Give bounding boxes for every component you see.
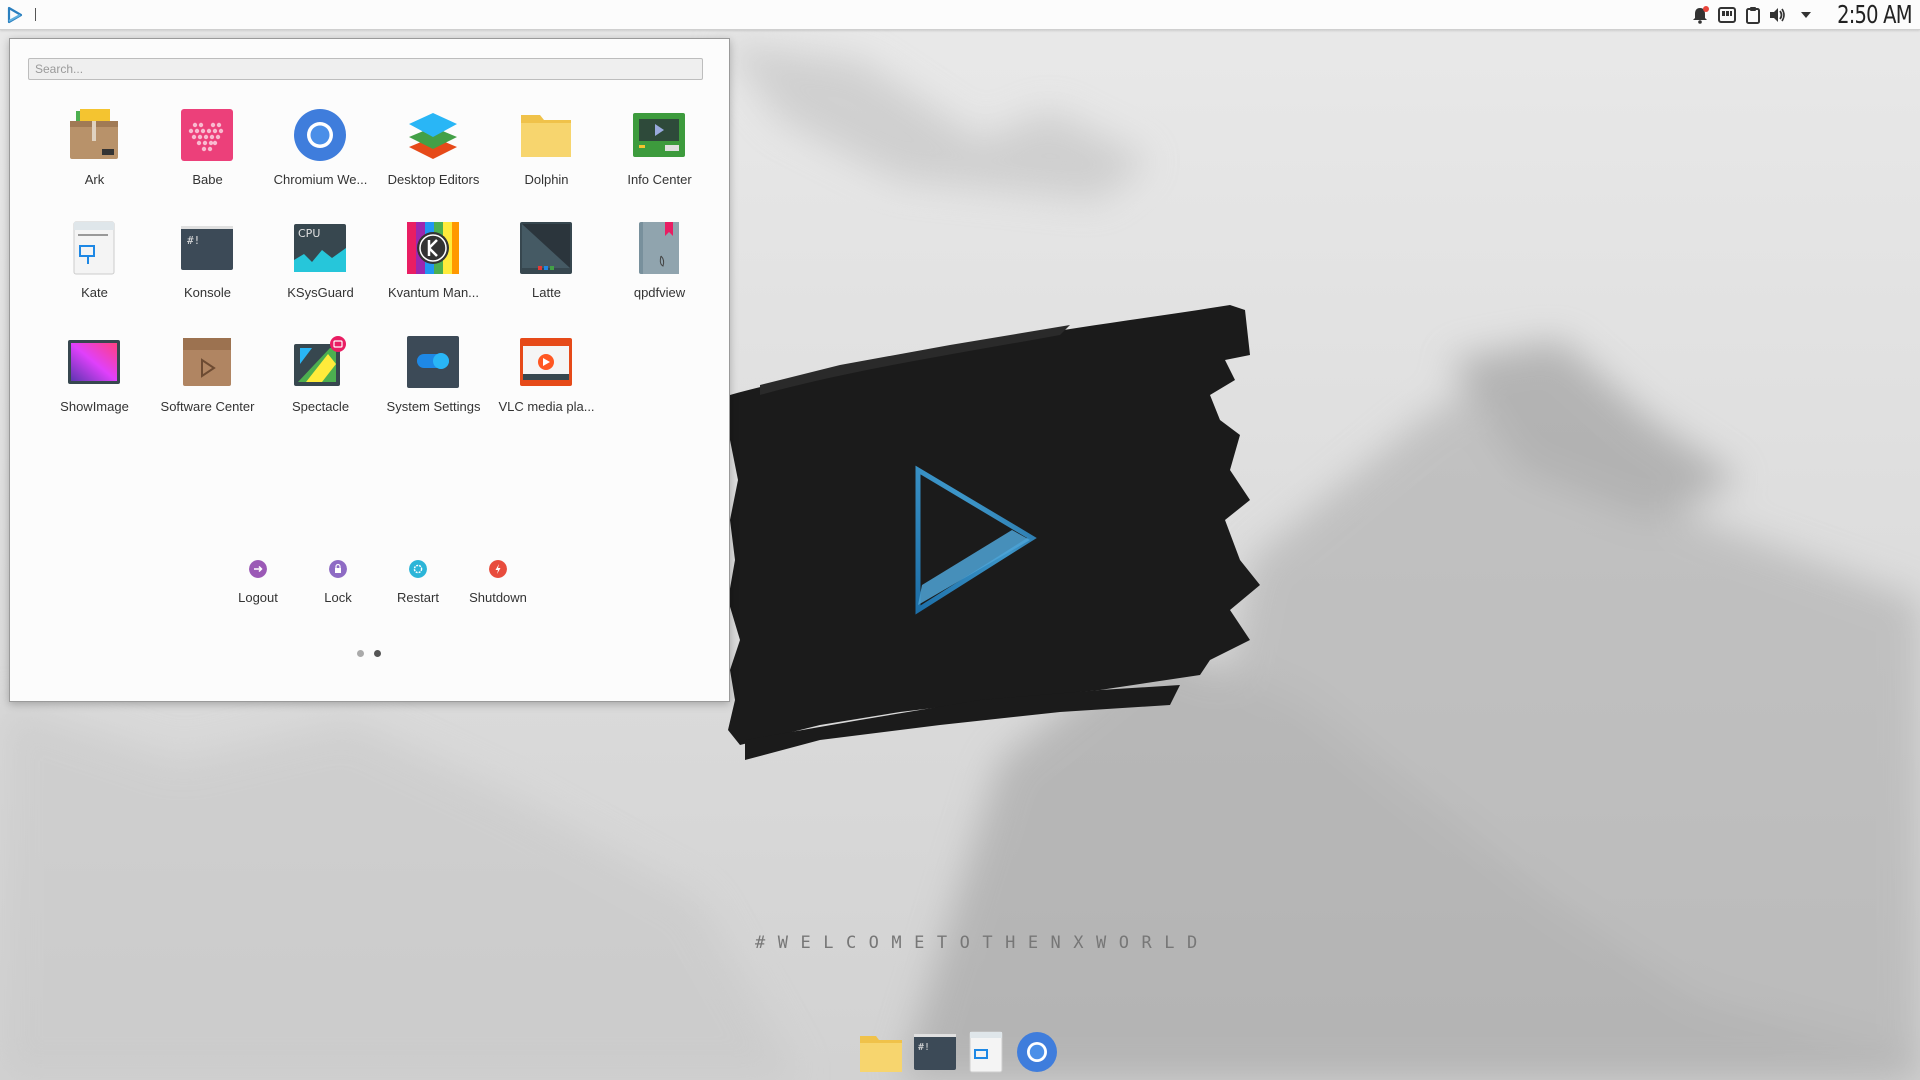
page-dot-2-active[interactable]: [374, 650, 381, 657]
app-label: qpdfview: [633, 285, 686, 300]
search-input[interactable]: [28, 58, 703, 80]
app-spectacle[interactable]: Spectacle: [264, 334, 377, 434]
app-label: Babe: [192, 172, 223, 187]
notification-bell-icon[interactable]: [1690, 5, 1710, 25]
app-kate[interactable]: Kate: [38, 220, 151, 320]
app-label: Latte: [532, 285, 561, 300]
app-label: VLC media pla...: [498, 399, 595, 414]
image-viewer-icon: [68, 340, 120, 384]
app-ark[interactable]: Ark: [38, 107, 151, 207]
chromium-icon: [294, 109, 346, 161]
vlc-player-icon: [520, 338, 572, 386]
app-babe[interactable]: Babe: [151, 107, 264, 207]
app-software-center[interactable]: Software Center: [151, 334, 264, 434]
app-latte[interactable]: Latte: [490, 220, 603, 320]
app-ksysguard[interactable]: CPU KSysGuard: [264, 220, 377, 320]
app-system-settings[interactable]: System Settings: [377, 334, 490, 434]
app-vlc[interactable]: VLC media pla...: [490, 334, 603, 434]
app-info-center[interactable]: Info Center: [603, 107, 716, 207]
software-box-icon: [183, 338, 231, 386]
app-label: Info Center: [627, 172, 692, 187]
pdf-book-icon: [639, 222, 679, 274]
app-label: Software Center: [160, 399, 255, 414]
clock[interactable]: 2:50 AM: [1837, 0, 1912, 29]
svg-text:#!: #!: [918, 1042, 930, 1053]
cpu-monitor-icon: CPU: [294, 224, 346, 272]
app-konsole[interactable]: #! Konsole: [151, 220, 264, 320]
lock-button[interactable]: Lock: [298, 560, 378, 620]
svg-text:CPU: CPU: [298, 227, 320, 240]
tray-expand-arrow-icon[interactable]: [1796, 5, 1816, 25]
clipboard-icon[interactable]: [1743, 5, 1763, 25]
power-label: Lock: [324, 590, 352, 605]
task-switcher-icon[interactable]: [1717, 5, 1737, 25]
app-qpdfview[interactable]: qpdfview: [603, 220, 716, 320]
app-showimage[interactable]: ShowImage: [38, 334, 151, 434]
shutdown-icon: [489, 560, 507, 578]
layers-stack-icon: [409, 113, 457, 159]
app-label: ShowImage: [60, 399, 129, 414]
screenshot-icon: [294, 336, 346, 386]
lock-icon: [329, 560, 347, 578]
power-label: Restart: [397, 590, 439, 605]
page-dot-1[interactable]: [357, 650, 364, 657]
app-chromium[interactable]: Chromium We...: [264, 107, 377, 207]
logout-icon: [249, 560, 267, 578]
panel-separator: [35, 8, 36, 21]
volume-icon[interactable]: [1767, 5, 1787, 25]
app-label: KSysGuard: [287, 285, 354, 300]
app-label: Dolphin: [524, 172, 569, 187]
app-dolphin[interactable]: Dolphin: [490, 107, 603, 207]
app-kvantum-manager[interactable]: Kvantum Man...: [377, 220, 490, 320]
folder-icon: [521, 115, 571, 157]
logout-button[interactable]: Logout: [218, 560, 298, 620]
dock-chromium[interactable]: [1014, 1030, 1060, 1074]
pink-heart-grid-icon: [181, 109, 233, 161]
power-label: Logout: [238, 590, 278, 605]
nx-play-icon[interactable]: [6, 5, 24, 25]
app-label: Kvantum Man...: [387, 285, 480, 300]
app-label: System Settings: [386, 399, 481, 414]
terminal-icon: #!: [181, 226, 233, 270]
settings-toggle-icon: [407, 336, 459, 388]
app-label: Chromium We...: [273, 172, 368, 187]
app-label: Ark: [84, 172, 105, 187]
app-label: Konsole: [184, 285, 231, 300]
dock-dolphin[interactable]: [858, 1030, 904, 1074]
circuit-board-icon: [633, 113, 685, 157]
welcome-tagline: #WELCOMETOTHENXWORLD: [755, 933, 1210, 953]
app-label: Spectacle: [291, 399, 350, 414]
dock-kate[interactable]: [964, 1030, 1010, 1074]
dock-konsole[interactable]: #!: [912, 1030, 958, 1074]
restart-icon: [409, 560, 427, 578]
app-label: Kate: [81, 285, 108, 300]
top-panel: 2:50 AM: [0, 0, 1920, 30]
app-launcher-window: Ark Babe Chromium We... Desktop: [9, 38, 730, 702]
kvantum-icon: [407, 222, 459, 274]
app-label: Desktop Editors: [387, 172, 480, 187]
latte-dock-icon: [520, 222, 572, 274]
text-editor-icon: [73, 221, 115, 275]
archive-box-icon: [70, 109, 118, 159]
app-desktop-editors[interactable]: Desktop Editors: [377, 107, 490, 207]
restart-button[interactable]: Restart: [378, 560, 458, 620]
power-label: Shutdown: [469, 590, 527, 605]
svg-text:#!: #!: [187, 234, 200, 247]
shutdown-button[interactable]: Shutdown: [458, 560, 538, 620]
